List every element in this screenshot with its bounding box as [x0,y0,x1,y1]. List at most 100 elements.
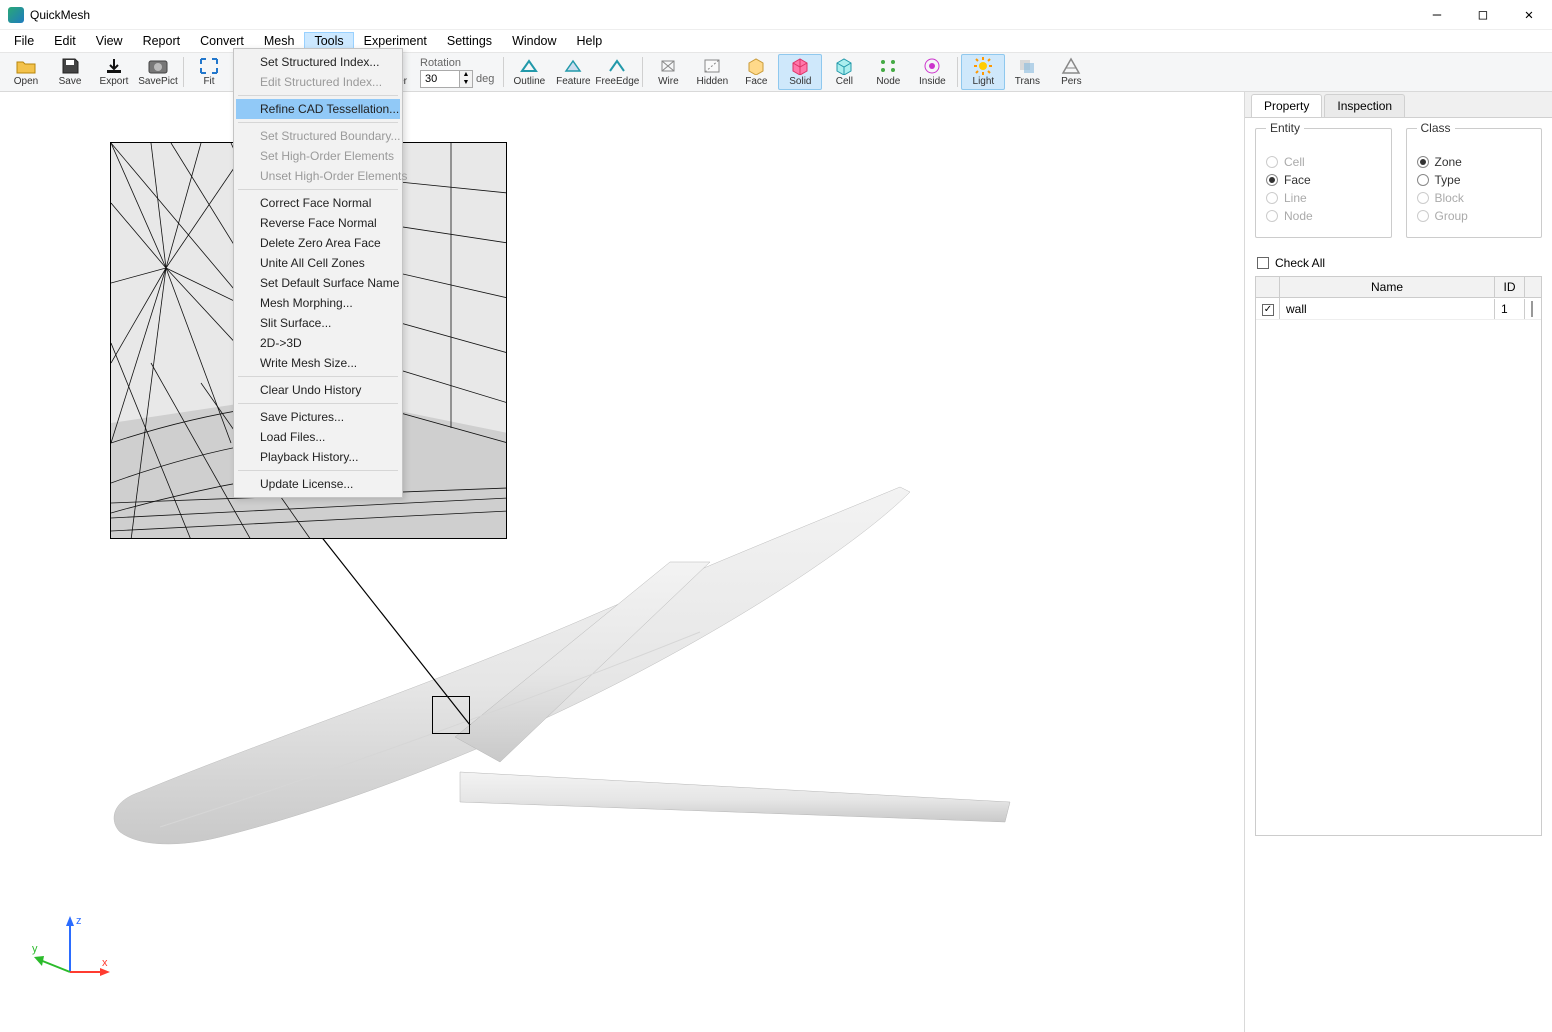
tools-menu-dropdown[interactable]: Set Structured Index...Edit Structured I… [233,48,403,498]
class-option-type[interactable]: Type [1417,173,1532,187]
toolbar-open-button[interactable]: Open [4,54,48,90]
solid-icon [789,57,811,75]
tools-menu-item[interactable]: Save Pictures... [236,407,400,427]
wire-icon [657,57,679,75]
entity-option-line: Line [1266,191,1381,205]
check-all-checkbox[interactable] [1257,257,1269,269]
savepict-icon [147,57,169,75]
trans-icon [1016,57,1038,75]
open-icon [15,57,37,75]
toolbar-cell-button[interactable]: Cell [822,54,866,90]
toolbar-feature-button[interactable]: Feature [551,54,595,90]
node-icon [877,57,899,75]
tools-menu-item[interactable]: Clear Undo History [236,380,400,400]
radio-icon [1266,156,1278,168]
menu-help[interactable]: Help [567,32,613,50]
tab-property[interactable]: Property [1251,94,1322,117]
pers-icon [1060,57,1082,75]
toolbar-trans-button[interactable]: Trans [1005,54,1049,90]
toolbar-inside-button[interactable]: Inside [910,54,954,90]
rotation-control: Rotation▲▼deg [420,57,494,88]
freeedge-icon [606,57,628,75]
tools-menu-item: Edit Structured Index... [236,72,400,92]
tools-menu-item[interactable]: Mesh Morphing... [236,293,400,313]
tools-menu-item: Unset High-Order Elements [236,166,400,186]
hidden-icon [701,57,723,75]
table-row[interactable]: ✓ wall1 [1256,298,1541,320]
titlebar: QuickMesh — □ ✕ [0,0,1552,30]
face-icon [745,57,767,75]
table-header-id[interactable]: ID [1495,277,1525,297]
toolbar-node-button[interactable]: Node [866,54,910,90]
tools-menu-item[interactable]: Delete Zero Area Face [236,233,400,253]
entity-option-node: Node [1266,209,1381,223]
toolbar-light-button[interactable]: Light [961,54,1005,90]
radio-icon [1266,210,1278,222]
table-header-name[interactable]: Name [1280,277,1495,297]
tools-menu-item[interactable]: Refine CAD Tessellation... [236,99,400,119]
rotation-input[interactable] [420,70,460,88]
viewport-3d[interactable]: z x y [0,92,1244,1032]
radio-icon [1417,156,1429,168]
tools-menu-item: Set Structured Boundary... [236,126,400,146]
menu-file[interactable]: File [4,32,44,50]
window-close-button[interactable]: ✕ [1506,0,1552,30]
toolbar-savepict-button[interactable]: SavePict [136,54,180,90]
row-checkbox[interactable]: ✓ [1262,304,1274,316]
tools-menu-item: Set High-Order Elements [236,146,400,166]
check-all-row[interactable]: Check All [1257,256,1542,270]
class-option-block: Block [1417,191,1532,205]
menu-settings[interactable]: Settings [437,32,502,50]
entity-legend: Entity [1266,121,1304,135]
tools-menu-item[interactable]: Set Structured Index... [236,52,400,72]
menu-window[interactable]: Window [502,32,566,50]
radio-icon [1266,192,1278,204]
class-option-group: Group [1417,209,1532,223]
tools-menu-item[interactable]: Slit Surface... [236,313,400,333]
class-legend: Class [1417,121,1455,135]
svg-text:y: y [32,943,38,955]
inside-icon [921,57,943,75]
toolbar-hidden-button[interactable]: Hidden [690,54,734,90]
svg-text:z: z [76,915,82,927]
tools-menu-item[interactable]: Write Mesh Size... [236,353,400,373]
toolbar-freeedge-button[interactable]: FreeEdge [595,54,639,90]
tools-menu-item[interactable]: Correct Face Normal [236,193,400,213]
tools-menu-item[interactable]: Update License... [236,474,400,494]
toolbar-solid-button[interactable]: Solid [778,54,822,90]
entity-option-face[interactable]: Face [1266,173,1381,187]
radio-icon [1417,210,1429,222]
right-panel-tabs: PropertyInspection [1245,92,1552,118]
tools-menu-item[interactable]: Reverse Face Normal [236,213,400,233]
app-title: QuickMesh [30,8,90,22]
menu-edit[interactable]: Edit [44,32,86,50]
fit-icon [198,57,220,75]
tools-menu-item[interactable]: Unite All Cell Zones [236,253,400,273]
tools-menu-item[interactable]: Set Default Surface Name [236,273,400,293]
toolbar-fit-button[interactable]: Fit [187,54,231,90]
axis-triad: z x y [30,912,110,992]
row-name: wall [1280,299,1495,319]
row-id: 1 [1495,299,1525,319]
rotation-spinner[interactable]: ▲▼ [460,70,473,88]
toolbar-wire-button[interactable]: Wire [646,54,690,90]
tools-menu-item[interactable]: 2D->3D [236,333,400,353]
toolbar-pers-button[interactable]: Pers [1049,54,1093,90]
window-minimize-button[interactable]: — [1414,0,1460,30]
row-color-swatch[interactable] [1531,301,1533,317]
toolbar-outline-button[interactable]: Outline [507,54,551,90]
menu-view[interactable]: View [86,32,133,50]
window-maximize-button[interactable]: □ [1460,0,1506,30]
entity-option-cell: Cell [1266,155,1381,169]
class-option-zone[interactable]: Zone [1417,155,1532,169]
radio-icon [1417,174,1429,186]
toolbar-export-button[interactable]: Export [92,54,136,90]
tools-menu-item[interactable]: Playback History... [236,447,400,467]
toolbar-save-button[interactable]: Save [48,54,92,90]
menu-report[interactable]: Report [133,32,191,50]
tools-menu-item[interactable]: Load Files... [236,427,400,447]
feature-icon [562,57,584,75]
toolbar-face-button[interactable]: Face [734,54,778,90]
tab-inspection[interactable]: Inspection [1324,94,1405,117]
svg-text:x: x [102,957,108,969]
